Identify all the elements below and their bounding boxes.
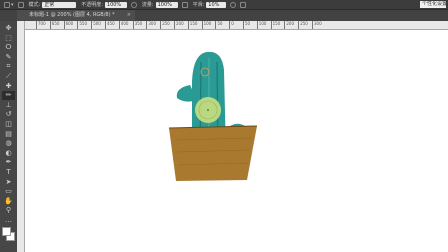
- ruler-tick-label: 150: [270, 21, 280, 29]
- brush-crosshair: [207, 109, 209, 111]
- blur-tool[interactable]: ◍: [2, 139, 15, 148]
- crop-tool[interactable]: ⌗: [2, 62, 15, 71]
- chevron-down-icon[interactable]: ▾: [11, 2, 14, 8]
- ruler-tick-label: 0: [229, 21, 234, 29]
- mode-select[interactable]: 正常: [42, 1, 77, 8]
- pen-tool[interactable]: ✒: [2, 158, 15, 167]
- vertical-ruler[interactable]: [17, 21, 25, 252]
- ruler-tick-label: 250: [298, 21, 308, 29]
- cactus-artwork: [168, 51, 258, 181]
- document-canvas[interactable]: [25, 30, 448, 252]
- move-tool[interactable]: ✥: [2, 24, 15, 33]
- history-brush-tool[interactable]: ↺: [2, 110, 15, 119]
- shape-tool[interactable]: ▭: [2, 187, 15, 196]
- horizontal-ruler[interactable]: 700 650 600 550 500 450 400 350 300 250 200 150 100 5…: [24, 21, 448, 30]
- ruler-tick-label: 500: [91, 21, 101, 29]
- ruler-tick-label: 700: [36, 21, 46, 29]
- zoom-tool[interactable]: ⚲: [2, 206, 15, 215]
- options-bar: ▾ 模式: 正常 不透明度: 100% 流量: 100% 平滑: 10% 个性化…: [0, 0, 448, 10]
- opacity-label: 不透明度:: [81, 2, 103, 8]
- smoothing-label: 平滑:: [192, 2, 205, 8]
- close-icon[interactable]: ×: [127, 10, 131, 21]
- ruler-tick-label: 600: [63, 21, 73, 29]
- document-tab[interactable]: 未标题-1 @ 200% (图层 4, RGB/8) * ×: [17, 10, 135, 21]
- eraser-tool[interactable]: ◫: [2, 120, 15, 129]
- ruler-tick-label: 100: [256, 21, 266, 29]
- ruler-tick-label: 400: [118, 21, 128, 29]
- tools-panel: ✥ ⬚ ⵔ ✎ ⌗ ⟋ ✚ ✏ ⊥ ↺ ◫ ▤ ◍ ◐ ✒ T ➤ ▭ ✋ ⚲…: [0, 21, 18, 252]
- eyedropper-tool[interactable]: ⟋: [2, 72, 15, 81]
- gradient-tool[interactable]: ▤: [2, 130, 15, 139]
- pot: [169, 126, 257, 181]
- marquee-tool[interactable]: ⬚: [2, 34, 15, 43]
- foreground-color-swatch[interactable]: [2, 227, 11, 236]
- ruler-tick-label: 50: [215, 21, 222, 29]
- ruler-tick-label: 200: [284, 21, 294, 29]
- workspace-select[interactable]: 个性化设置: [420, 1, 447, 8]
- document-tab-title: 未标题-1 @ 200% (图层 4, RGB/8) *: [29, 12, 115, 18]
- flow-label: 流量:: [141, 2, 154, 8]
- stamp-tool[interactable]: ⊥: [2, 101, 15, 110]
- ruler-tick-label: 150: [187, 21, 197, 29]
- ruler-tick-label: 300: [146, 21, 156, 29]
- brush-tool[interactable]: ✏: [2, 91, 15, 101]
- smoothing-input[interactable]: 10%: [206, 1, 227, 8]
- ruler-tick-label: 100: [201, 21, 211, 29]
- type-tool[interactable]: T: [2, 168, 15, 177]
- brush-settings-icon[interactable]: [17, 1, 24, 8]
- ruler-tick-label: 300: [312, 21, 322, 29]
- more-tools[interactable]: …: [2, 216, 15, 225]
- hand-tool[interactable]: ✋: [2, 197, 15, 206]
- ruler-tick-label: 550: [77, 21, 87, 29]
- flow-input[interactable]: 100%: [155, 1, 178, 8]
- brush-preset-icon[interactable]: [4, 1, 10, 8]
- ruler-tick-label: 200: [174, 21, 184, 29]
- mode-label: 模式:: [28, 2, 41, 8]
- ruler-tick-label: 350: [132, 21, 142, 29]
- ruler-tick-label: 50: [243, 21, 250, 29]
- ruler-tick-label: 450: [105, 21, 115, 29]
- dodge-tool[interactable]: ◐: [2, 149, 15, 158]
- opacity-input[interactable]: 100%: [104, 1, 127, 8]
- airbrush-icon[interactable]: [181, 1, 188, 8]
- ruler-tick-label: 650: [49, 21, 59, 29]
- path-select-tool[interactable]: ➤: [2, 178, 15, 187]
- quick-select-tool[interactable]: ✎: [2, 53, 15, 62]
- smoothing-options-icon[interactable]: [230, 1, 237, 8]
- pressure-opacity-icon[interactable]: [130, 1, 137, 8]
- symmetry-icon[interactable]: [240, 1, 247, 8]
- ruler-tick-label: 250: [160, 21, 170, 29]
- healing-tool[interactable]: ✚: [2, 82, 15, 91]
- lasso-tool[interactable]: ⵔ: [2, 43, 15, 52]
